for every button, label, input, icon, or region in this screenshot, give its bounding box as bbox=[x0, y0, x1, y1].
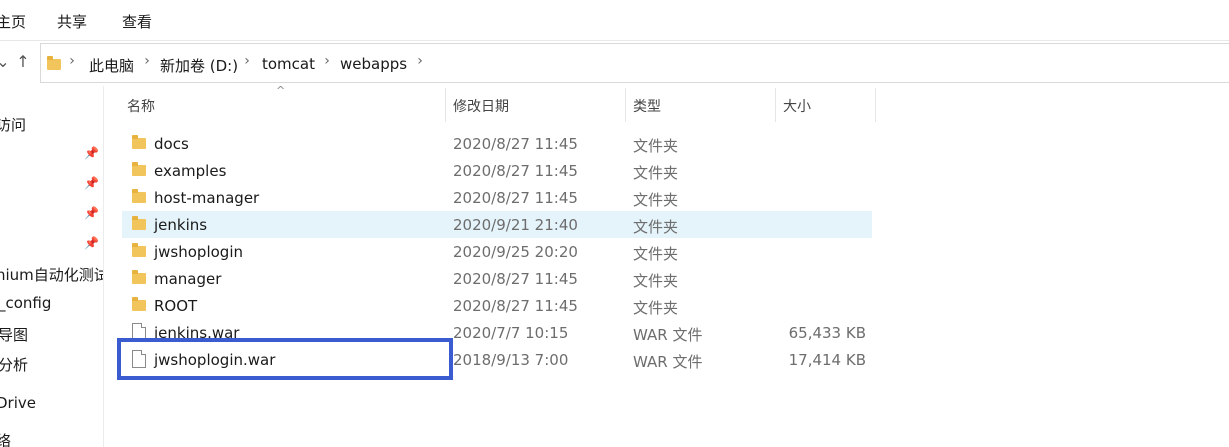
chevron-right-icon[interactable]: › bbox=[141, 53, 153, 69]
chevron-right-icon[interactable]: › bbox=[241, 53, 253, 69]
file-type: 文件夹 bbox=[633, 218, 679, 236]
folder-icon bbox=[132, 216, 146, 230]
ribbon: 主页 共享 查看 bbox=[0, 0, 1229, 41]
up-arrow-icon[interactable]: ↑ bbox=[14, 52, 32, 72]
file-name: examples bbox=[154, 162, 227, 180]
file-size: 17,414 KB bbox=[788, 351, 866, 369]
column-divider[interactable] bbox=[445, 88, 446, 122]
file-type: WAR 文件 bbox=[633, 326, 703, 344]
file-date: 2020/8/27 11:45 bbox=[453, 189, 578, 207]
nav-item-network[interactable]: 络 bbox=[0, 430, 11, 447]
file-name: jenkins bbox=[154, 216, 208, 234]
folder-icon bbox=[132, 135, 146, 149]
pin-icon[interactable]: 📌 bbox=[84, 236, 99, 250]
breadcrumb-webapps[interactable]: webapps bbox=[340, 55, 407, 73]
file-row-selected[interactable]: jenkins 2020/9/21 21:40 文件夹 bbox=[122, 211, 872, 238]
folder-icon bbox=[132, 243, 146, 257]
file-row[interactable]: docs 2020/8/27 11:45 文件夹 bbox=[122, 130, 872, 157]
nav-item-mindmap[interactable]: 导图 bbox=[0, 324, 28, 345]
column-header-name[interactable]: 名称 bbox=[127, 96, 155, 116]
nav-item-config[interactable]: _config bbox=[0, 294, 51, 312]
file-type: 文件夹 bbox=[633, 191, 679, 209]
breadcrumb-tomcat[interactable]: tomcat bbox=[262, 55, 315, 73]
pin-icon[interactable]: 📌 bbox=[84, 206, 99, 220]
file-name: docs bbox=[154, 135, 189, 153]
chevron-right-icon[interactable]: › bbox=[414, 53, 426, 69]
column-header-date[interactable]: 修改日期 bbox=[453, 96, 509, 116]
file-name: host-manager bbox=[154, 189, 260, 207]
file-size: 65,433 KB bbox=[788, 324, 866, 342]
nav-item-onedrive[interactable]: Drive bbox=[0, 394, 36, 412]
column-divider[interactable] bbox=[775, 88, 776, 122]
pin-icon[interactable]: 📌 bbox=[84, 176, 99, 190]
tab-home[interactable]: 主页 bbox=[0, 11, 26, 32]
pin-icon[interactable]: 📌 bbox=[84, 146, 99, 160]
chevron-down-icon[interactable]: ⌄ bbox=[0, 52, 12, 72]
file-date: 2018/9/13 7:00 bbox=[453, 351, 569, 369]
chevron-right-icon[interactable]: › bbox=[321, 53, 333, 69]
file-type: 文件夹 bbox=[633, 164, 679, 182]
file-date: 2020/8/27 11:45 bbox=[453, 162, 578, 180]
column-header-type[interactable]: 类型 bbox=[633, 96, 661, 116]
column-header-size[interactable]: 大小 bbox=[783, 96, 811, 116]
address-bar[interactable]: › 此电脑 › 新加卷 (D:) › tomcat › webapps › bbox=[40, 43, 1229, 83]
tab-share[interactable]: 共享 bbox=[57, 11, 87, 32]
file-type: WAR 文件 bbox=[633, 353, 703, 371]
breadcrumb-drive-d[interactable]: 新加卷 (D:) bbox=[160, 55, 238, 76]
folder-icon bbox=[47, 56, 61, 70]
nav-item-selenium[interactable]: nium自动化测试 bbox=[0, 264, 103, 285]
column-divider[interactable] bbox=[625, 88, 626, 122]
file-type: 文件夹 bbox=[633, 299, 679, 317]
folder-icon bbox=[132, 270, 146, 284]
nav-quick-access[interactable]: 访问 bbox=[0, 114, 26, 135]
folder-icon bbox=[132, 189, 146, 203]
file-type: 文件夹 bbox=[633, 245, 679, 263]
navigation-pane: 访问 📌 📌 📌 📌 nium自动化测试 _config 导图 分析 Drive… bbox=[0, 86, 104, 447]
column-divider[interactable] bbox=[875, 88, 876, 122]
file-type: 文件夹 bbox=[633, 137, 679, 155]
file-date: 2020/8/27 11:45 bbox=[453, 297, 578, 315]
file-row[interactable]: host-manager 2020/8/27 11:45 文件夹 bbox=[122, 184, 872, 211]
nav-item-analysis[interactable]: 分析 bbox=[0, 354, 28, 375]
file-date: 2020/8/27 11:45 bbox=[453, 135, 578, 153]
file-type: 文件夹 bbox=[633, 272, 679, 290]
breadcrumb-this-pc[interactable]: 此电脑 bbox=[89, 55, 134, 76]
file-date: 2020/9/21 21:40 bbox=[453, 216, 578, 234]
tab-view[interactable]: 查看 bbox=[122, 11, 152, 32]
folder-icon bbox=[132, 162, 146, 176]
address-row: ⌄ ↑ › 此电脑 › 新加卷 (D:) › tomcat › webapps … bbox=[0, 40, 1229, 85]
file-row[interactable]: ROOT 2020/8/27 11:45 文件夹 bbox=[122, 292, 872, 319]
folder-icon bbox=[132, 297, 146, 311]
file-date: 2020/9/25 20:20 bbox=[453, 243, 578, 261]
file-name: manager bbox=[154, 270, 222, 288]
file-date: 2020/8/27 11:45 bbox=[453, 270, 578, 288]
file-row[interactable]: manager 2020/8/27 11:45 文件夹 bbox=[122, 265, 872, 292]
file-date: 2020/7/7 10:15 bbox=[453, 324, 569, 342]
file-name: ROOT bbox=[154, 297, 198, 315]
file-name: jwshoplogin bbox=[154, 243, 243, 261]
file-row[interactable]: examples 2020/8/27 11:45 文件夹 bbox=[122, 157, 872, 184]
file-explorer-window: 主页 共享 查看 ⌄ ↑ › 此电脑 › 新加卷 (D:) › tomcat ›… bbox=[0, 0, 1229, 447]
highlight-annotation-box bbox=[117, 338, 453, 380]
file-row[interactable]: jwshoplogin 2020/9/25 20:20 文件夹 bbox=[122, 238, 872, 265]
sort-up-icon: ^ bbox=[276, 84, 286, 97]
chevron-right-icon[interactable]: › bbox=[66, 53, 78, 69]
